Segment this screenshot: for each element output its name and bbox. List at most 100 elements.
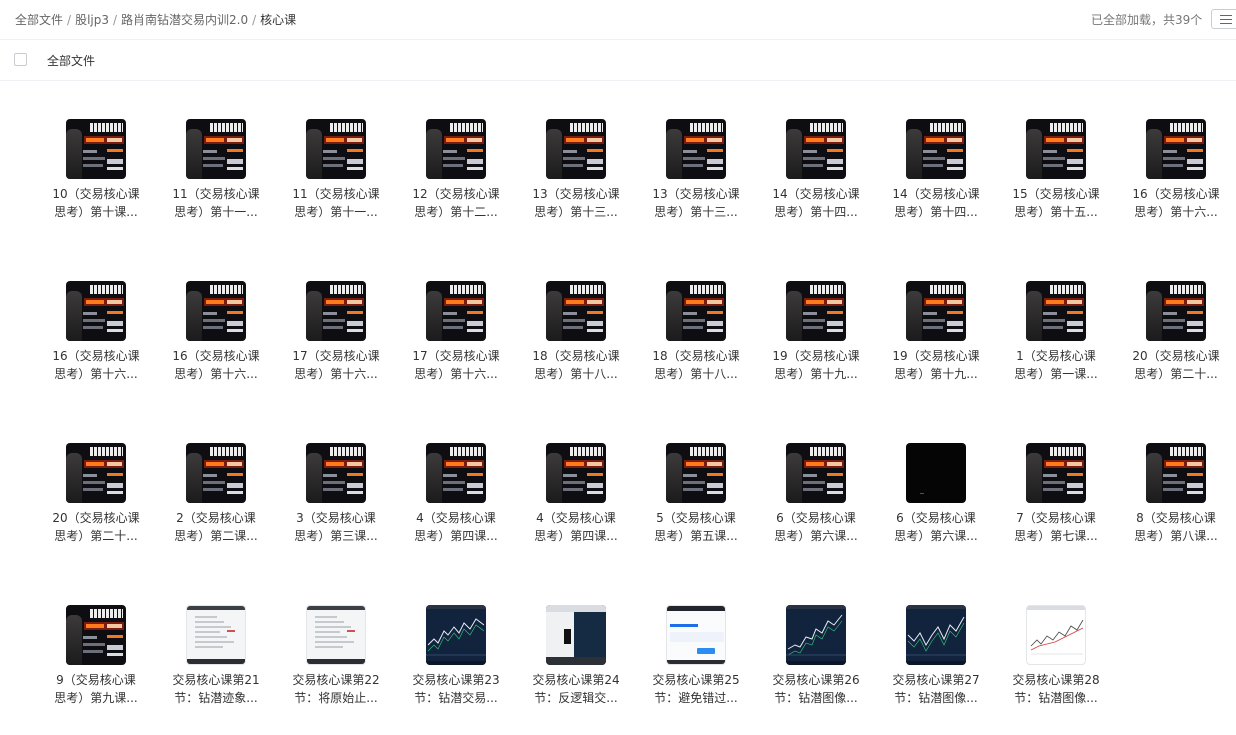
file-item[interactable]: 11（交易核心课 思考）第十一... — [156, 119, 276, 249]
file-item[interactable]: 18（交易核心课 思考）第十八... — [636, 281, 756, 411]
file-item[interactable]: 交易核心课第22 节：将原始止... — [276, 605, 396, 735]
file-item[interactable]: 3（交易核心课 思考）第三课... — [276, 443, 396, 573]
cover-text-line — [323, 326, 343, 329]
cover-banner — [204, 136, 244, 144]
cover-text-line — [1043, 326, 1063, 329]
file-name-line: 交易核心课第24 — [532, 673, 620, 687]
file-item[interactable]: 16（交易核心课 思考）第十六... — [156, 281, 276, 411]
file-item[interactable]: 6（交易核心课 思考）第六课... — [756, 443, 876, 573]
breadcrumb-item-all-files[interactable]: 全部文件 — [15, 13, 63, 27]
breadcrumb-item-folder-2[interactable]: 路肖南钻潜交易内训2.0 — [121, 13, 248, 27]
file-item[interactable]: 10（交易核心课 思考）第十课... — [36, 119, 156, 249]
cover-text-line — [683, 319, 705, 322]
file-item[interactable]: 20（交易核心课 思考）第二十... — [1116, 281, 1236, 411]
file-item[interactable]: 7（交易核心课 思考）第七课... — [996, 443, 1116, 573]
file-name-line: 思考）第四课... — [534, 529, 618, 543]
cover-tag — [227, 159, 243, 164]
cover-tag — [707, 321, 723, 326]
file-item[interactable]: 2（交易核心课 思考）第二课... — [156, 443, 276, 573]
highlight-mark — [347, 630, 355, 632]
video-cover-thumbnail — [1026, 281, 1086, 341]
cover-tag — [707, 473, 723, 476]
cover-banner — [684, 460, 724, 468]
file-item[interactable]: 交易核心课第27 节：钻潜图像... — [876, 605, 996, 735]
file-item[interactable]: 5（交易核心课 思考）第五课... — [636, 443, 756, 573]
cover-banner — [1044, 298, 1084, 306]
cover-text-line — [803, 157, 825, 160]
file-name: 16（交易核心课 思考）第十六... — [1116, 185, 1236, 221]
cover-text-line — [1043, 164, 1063, 167]
list-view-menu-button[interactable] — [1211, 9, 1236, 29]
presenter-figure — [426, 453, 442, 503]
file-name-line: 17（交易核心课 — [412, 349, 500, 363]
file-item[interactable]: 11（交易核心课 思考）第十一... — [276, 119, 396, 249]
file-item[interactable]: 19（交易核心课 思考）第十九... — [756, 281, 876, 411]
file-item[interactable]: 18（交易核心课 思考）第十八... — [516, 281, 636, 411]
cover-title-glyphs — [90, 447, 123, 456]
cover-tag — [587, 483, 603, 488]
file-name: 11（交易核心课 思考）第十一... — [276, 185, 396, 221]
cover-tag — [827, 329, 843, 332]
cover-tag — [587, 473, 603, 476]
file-name-line: 交易核心课第22 — [292, 673, 380, 687]
presenter-figure — [186, 291, 202, 341]
file-item[interactable]: 14（交易核心课 思考）第十四... — [876, 119, 996, 249]
cover-text-line — [1043, 474, 1057, 477]
video-cover-thumbnail — [426, 281, 486, 341]
cover-banner — [204, 298, 244, 306]
breadcrumb-item-folder-1[interactable]: 股ljp3 — [75, 13, 109, 27]
cover-tag — [467, 159, 483, 164]
file-item[interactable]: 6（交易核心课 思考）第六课... — [876, 443, 996, 573]
cover-tag — [347, 149, 363, 152]
file-item[interactable]: 4（交易核心课 思考）第四课... — [396, 443, 516, 573]
cover-tag — [467, 329, 483, 332]
cover-text-line — [203, 481, 225, 484]
file-item[interactable]: 13（交易核心课 思考）第十三... — [636, 119, 756, 249]
cover-text-line — [443, 157, 465, 160]
cover-tag — [107, 645, 123, 650]
file-name-line: 节：避免错过... — [654, 691, 738, 705]
cover-tag — [1187, 159, 1203, 164]
file-name-line: 思考）第十八... — [654, 367, 738, 381]
file-item[interactable]: 19（交易核心课 思考）第十九... — [876, 281, 996, 411]
select-all-checkbox[interactable] — [14, 53, 27, 66]
list-header: 全部文件 — [0, 40, 1236, 81]
file-item[interactable]: 17（交易核心课 思考）第十六... — [396, 281, 516, 411]
file-item[interactable]: 20（交易核心课 思考）第二十... — [36, 443, 156, 573]
cover-text-line — [323, 319, 345, 322]
cover-text-line — [683, 326, 703, 329]
file-item[interactable]: 交易核心课第24 节：反逻辑交... — [516, 605, 636, 735]
file-item[interactable]: 12（交易核心课 思考）第十二... — [396, 119, 516, 249]
video-cover-thumbnail — [666, 119, 726, 179]
white-chart-thumbnail — [1026, 605, 1086, 665]
file-item[interactable]: 交易核心课第28 节：钻潜图像... — [996, 605, 1116, 735]
file-item[interactable]: 4（交易核心课 思考）第四课... — [516, 443, 636, 573]
file-item[interactable]: 13（交易核心课 思考）第十三... — [516, 119, 636, 249]
cover-tag — [467, 149, 483, 152]
cover-title-glyphs — [210, 285, 243, 294]
cover-text-line — [323, 150, 337, 153]
file-name-line: 9（交易核心课 — [56, 673, 136, 687]
text-line — [195, 646, 223, 648]
cover-text-line — [683, 164, 703, 167]
file-item[interactable]: 8（交易核心课 思考）第八课... — [1116, 443, 1236, 573]
cover-tag — [227, 149, 243, 152]
file-item[interactable]: 1（交易核心课 思考）第一课... — [996, 281, 1116, 411]
cover-text-line — [803, 481, 825, 484]
file-item[interactable]: 16（交易核心课 思考）第十六... — [1116, 119, 1236, 249]
file-item[interactable]: 交易核心课第26 节：钻潜图像... — [756, 605, 876, 735]
file-item[interactable]: 14（交易核心课 思考）第十四... — [756, 119, 876, 249]
file-item[interactable]: 17（交易核心课 思考）第十六... — [276, 281, 396, 411]
file-item[interactable]: 交易核心课第21 节：钻潜迹象... — [156, 605, 276, 735]
cover-tag — [107, 159, 123, 164]
file-item[interactable]: 15（交易核心课 思考）第十五... — [996, 119, 1116, 249]
presenter-figure — [1146, 129, 1162, 179]
cover-title-glyphs — [1170, 123, 1203, 132]
cover-text-line — [83, 488, 103, 491]
file-item[interactable]: 交易核心课第25 节：避免错过... — [636, 605, 756, 735]
file-item[interactable]: 交易核心课第23 节：钻潜交易... — [396, 605, 516, 735]
cover-tag — [947, 321, 963, 326]
cover-tag — [467, 491, 483, 494]
file-item[interactable]: 9（交易核心课 思考）第九课... — [36, 605, 156, 735]
file-item[interactable]: 16（交易核心课 思考）第十六... — [36, 281, 156, 411]
